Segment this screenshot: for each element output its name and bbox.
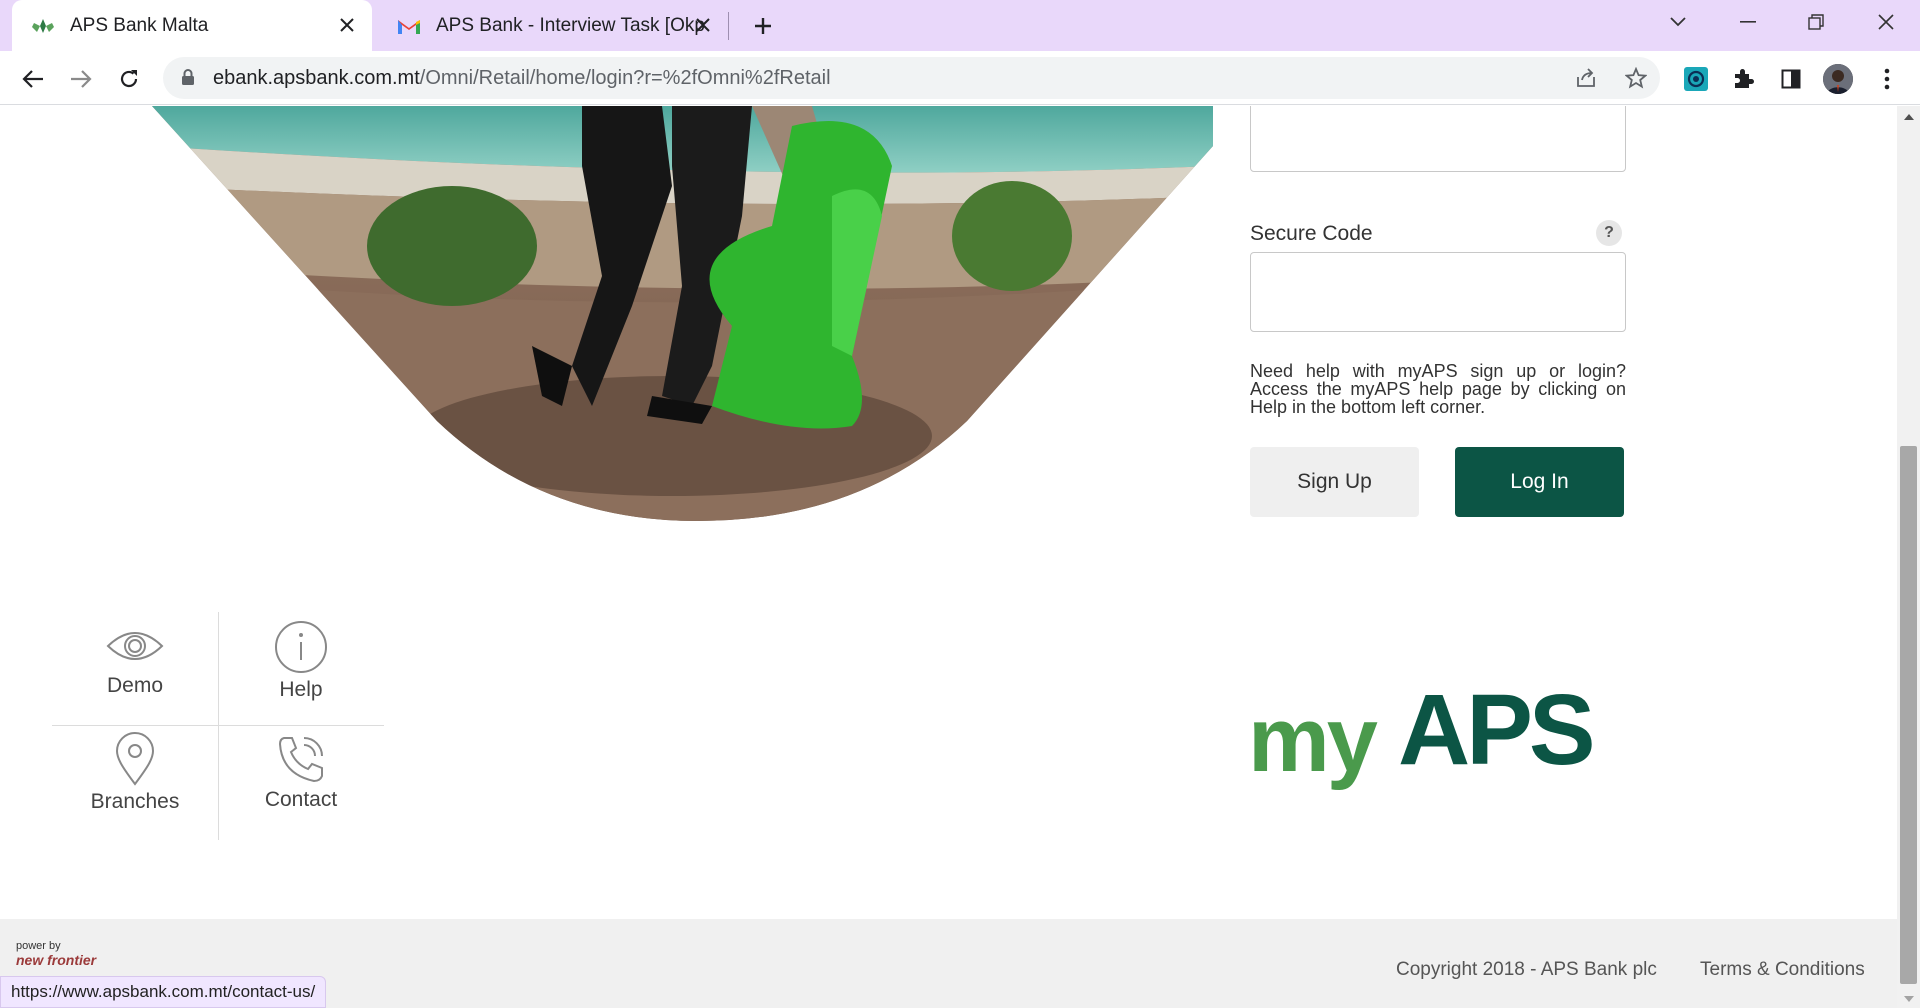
browser-toolbar: ebank.apsbank.com.mt/Omni/Retail/home/lo…	[0, 51, 1920, 105]
share-icon[interactable]	[1573, 66, 1599, 90]
tab-divider	[728, 12, 729, 40]
address-bar[interactable]: ebank.apsbank.com.mt/Omni/Retail/home/lo…	[163, 57, 1660, 99]
tab-interview-task[interactable]: APS Bank - Interview Task [Okpala	[378, 0, 728, 51]
tab-title: APS Bank Malta	[70, 14, 209, 36]
lock-icon[interactable]	[181, 68, 195, 91]
quick-link-branches[interactable]: Branches	[52, 726, 218, 840]
bookmark-star-icon[interactable]	[1623, 66, 1649, 90]
quick-link-label: Help	[279, 678, 323, 701]
logo-my-text: my	[1248, 689, 1378, 791]
quick-link-label: Contact	[264, 788, 338, 811]
url-text: ebank.apsbank.com.mt/Omni/Retail/home/lo…	[213, 67, 831, 89]
chrome-menu-icon[interactable]	[1872, 64, 1902, 94]
scrollbar-thumb[interactable]	[1900, 446, 1917, 984]
minimize-icon[interactable]	[1722, 0, 1774, 44]
quick-link-help[interactable]: Help	[218, 612, 384, 726]
sign-up-button[interactable]: Sign Up	[1250, 447, 1419, 517]
profile-avatar-icon[interactable]	[1823, 64, 1853, 94]
log-in-button[interactable]: Log In	[1455, 447, 1624, 517]
username-field[interactable]	[1250, 106, 1626, 172]
tab-title: APS Bank - Interview Task [Okpala	[436, 14, 706, 36]
hero-photo	[152, 106, 1213, 521]
forward-icon[interactable]	[64, 62, 98, 96]
extensions-puzzle-icon[interactable]	[1728, 64, 1758, 94]
link-status-bar: https://www.apsbank.com.mt/contact-us/	[0, 976, 327, 1008]
restore-icon[interactable]	[1790, 0, 1842, 44]
login-help-text: Need help with myAPS sign up or login? A…	[1250, 361, 1626, 417]
scroll-up-arrow-icon[interactable]	[1904, 114, 1914, 120]
quick-link-label: Demo	[106, 674, 164, 697]
copyright-text: Copyright 2018 - APS Bank plc	[1396, 959, 1657, 980]
back-icon[interactable]	[16, 62, 50, 96]
quick-link-contact[interactable]: Contact	[218, 726, 384, 840]
close-window-icon[interactable]	[1860, 0, 1912, 44]
terms-link[interactable]: Terms & Conditions	[1700, 959, 1865, 981]
phone-icon	[278, 737, 323, 783]
info-icon	[275, 621, 327, 673]
new-tab-icon[interactable]	[748, 12, 778, 40]
secure-code-input[interactable]	[1250, 252, 1626, 332]
quick-link-label: Branches	[90, 790, 180, 813]
vendor-logo: new frontier	[16, 952, 97, 968]
secure-code-help-icon[interactable]: ?	[1596, 220, 1622, 246]
location-pin-icon	[115, 732, 155, 786]
powered-by-label: power by	[16, 940, 61, 952]
page-viewport: Secure Code ? Need help with myAPS sign …	[0, 106, 1897, 1008]
tab-strip: APS Bank Malta APS Bank - Interview Task…	[0, 0, 1920, 51]
quick-links: Demo Help Branches Contact	[52, 612, 384, 840]
myaps-logo: my APS	[1248, 686, 1596, 791]
quick-link-demo[interactable]: Demo	[52, 612, 218, 726]
gmail-icon	[396, 15, 422, 37]
side-panel-icon[interactable]	[1776, 64, 1806, 94]
extension-icon[interactable]	[1681, 64, 1711, 94]
aps-favicon-icon	[30, 15, 56, 37]
scroll-down-arrow-icon[interactable]	[1904, 996, 1914, 1002]
close-tab-icon[interactable]	[336, 14, 358, 36]
reload-icon[interactable]	[112, 62, 146, 96]
tab-search-icon[interactable]	[1652, 0, 1704, 44]
vertical-scrollbar[interactable]	[1897, 106, 1920, 1008]
eye-icon	[106, 632, 164, 660]
close-tab-icon[interactable]	[692, 14, 714, 36]
secure-code-label: Secure Code	[1250, 222, 1373, 245]
logo-aps-text: APS	[1398, 686, 1592, 786]
tab-aps-bank-malta[interactable]: APS Bank Malta	[12, 0, 372, 51]
